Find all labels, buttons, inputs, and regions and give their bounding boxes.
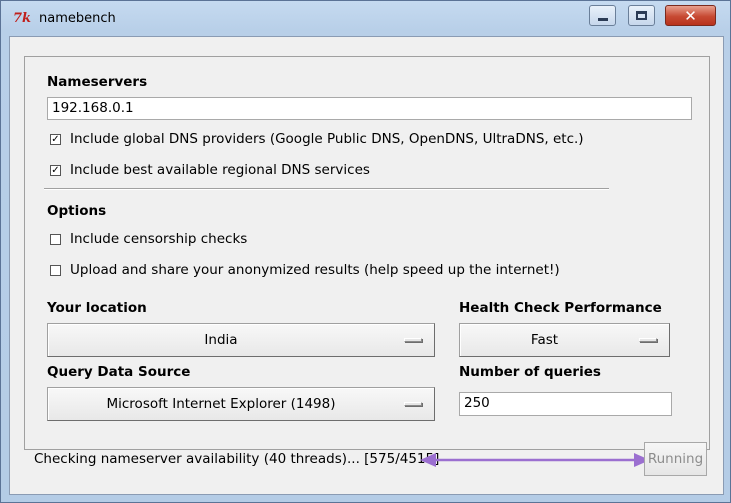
close-button[interactable]: ✕ xyxy=(665,5,716,26)
upload-row[interactable]: Upload and share your anonymized results… xyxy=(50,261,560,279)
query-source-value: Microsoft Internet Explorer (1498) xyxy=(106,396,336,412)
health-check-label: Health Check Performance xyxy=(459,300,662,316)
annotation-double-arrow xyxy=(420,453,650,467)
maximize-button[interactable] xyxy=(628,5,655,26)
minimize-button[interactable] xyxy=(589,5,616,26)
dropdown-arrow-icon xyxy=(404,338,422,342)
title-bar: 7k namebench ✕ xyxy=(1,1,730,37)
dropdown-arrow-icon xyxy=(639,338,657,342)
include-regional-row[interactable]: ✓ Include best available regional DNS se… xyxy=(50,161,370,179)
num-queries-input[interactable]: 250 xyxy=(459,392,672,416)
maximize-icon xyxy=(636,11,647,20)
nameservers-input[interactable]: 192.168.0.1 xyxy=(47,97,692,120)
status-text: Checking nameserver availability (40 thr… xyxy=(34,451,440,467)
minimize-icon xyxy=(597,18,608,21)
health-check-value: Fast xyxy=(530,332,559,348)
include-global-checkbox[interactable]: ✓ xyxy=(50,133,61,145)
running-button[interactable]: Running xyxy=(644,442,707,476)
upload-label: Upload and share your anonymized results… xyxy=(70,262,560,278)
app-icon: 7k xyxy=(13,11,32,26)
location-value: India xyxy=(204,332,238,348)
include-global-label: Include global DNS providers (Google Pub… xyxy=(70,131,584,147)
location-select[interactable]: India xyxy=(47,323,435,357)
separator xyxy=(44,188,609,190)
query-source-label: Query Data Source xyxy=(47,364,191,380)
dropdown-arrow-icon xyxy=(404,402,422,406)
namebench-window: 7k namebench ✕ Nameservers 192.168.0.1 ✓… xyxy=(0,0,731,503)
arrow-head-left xyxy=(420,453,436,467)
options-heading: Options xyxy=(47,203,107,219)
censorship-checkbox[interactable] xyxy=(50,233,61,245)
censorship-row[interactable]: Include censorship checks xyxy=(50,230,247,248)
query-source-select[interactable]: Microsoft Internet Explorer (1498) xyxy=(47,387,435,421)
location-label: Your location xyxy=(47,300,147,316)
close-icon: ✕ xyxy=(684,6,697,25)
censorship-label: Include censorship checks xyxy=(70,231,248,247)
health-check-select[interactable]: Fast xyxy=(459,323,670,357)
upload-checkbox[interactable] xyxy=(50,264,61,276)
include-regional-checkbox[interactable]: ✓ xyxy=(50,164,61,176)
include-global-row[interactable]: ✓ Include global DNS providers (Google P… xyxy=(50,130,584,148)
window-title: namebench xyxy=(39,11,116,26)
nameservers-heading: Nameservers xyxy=(47,74,148,90)
client-area: Nameservers 192.168.0.1 ✓ Include global… xyxy=(9,36,724,495)
include-regional-label: Include best available regional DNS serv… xyxy=(70,162,370,178)
num-queries-label: Number of queries xyxy=(459,364,601,380)
